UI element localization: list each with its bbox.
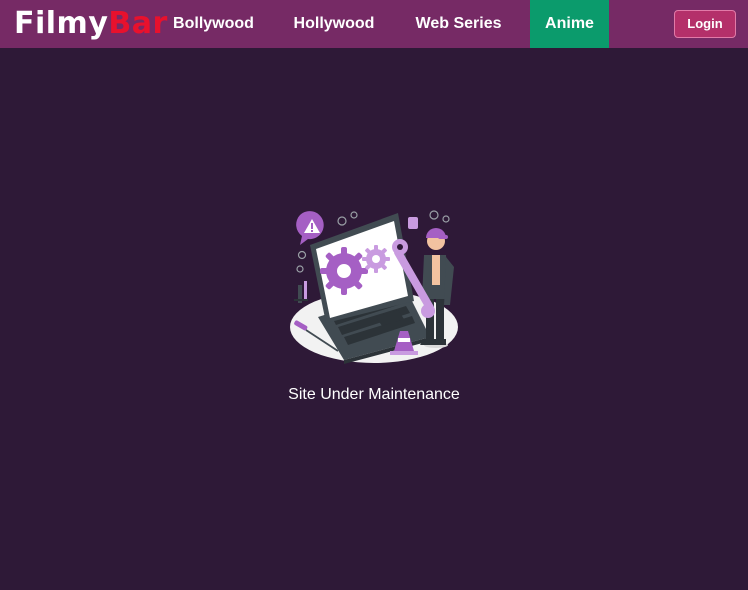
site-logo[interactable]: FilmyBar [14,5,168,43]
nav-item-anime[interactable]: Anime [530,0,609,48]
nav-item-web-series[interactable]: Web Series [405,0,512,48]
maintenance-illustration-icon [290,210,458,364]
login-button[interactable]: Login [674,10,736,38]
nav-item-hollywood[interactable]: Hollywood [285,0,383,48]
maintenance-message: Site Under Maintenance [288,386,460,403]
logo-text-bar: Bar [108,6,168,41]
logo-text-filmy: Filmy [14,6,109,41]
top-navbar: FilmyBar Bollywood Hollywood Web Series … [0,0,748,48]
nav-item-bollywood[interactable]: Bollywood [165,0,262,48]
